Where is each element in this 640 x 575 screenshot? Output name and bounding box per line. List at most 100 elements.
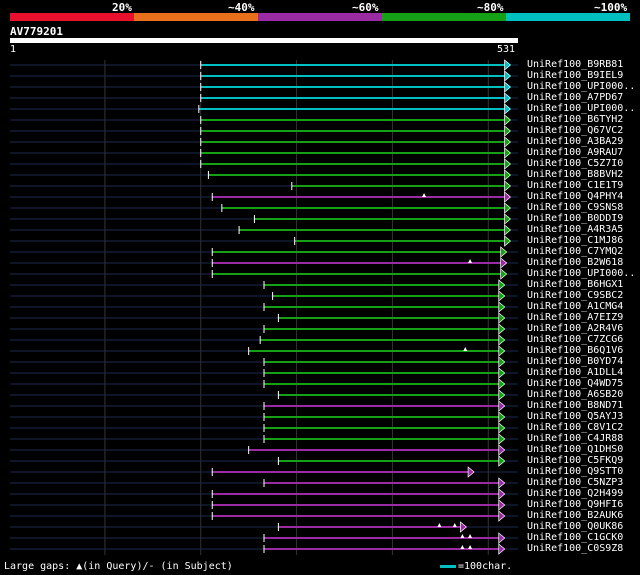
hit-label[interactable]: UniRef100_A1CMG4 — [527, 301, 623, 312]
query-gap-marker — [452, 523, 457, 527]
hit-end-arrow — [500, 246, 508, 258]
hit-end-arrow — [504, 92, 512, 104]
hit-label[interactable]: UniRef100_A4R3A5 — [527, 224, 623, 235]
hit-end-arrow — [498, 367, 506, 379]
query-gap-marker — [463, 347, 468, 351]
hit-label[interactable]: UniRef100_C9SBC2 — [527, 290, 623, 301]
query-gap-marker — [468, 534, 473, 538]
hit-end-arrow — [498, 488, 506, 500]
hit-end-arrow — [498, 345, 506, 357]
hit-label[interactable]: UniRef100_A1DLL4 — [527, 367, 623, 378]
hit-end-arrow — [498, 422, 506, 434]
hit-end-arrow — [498, 378, 506, 390]
hit-end-arrow — [467, 466, 475, 478]
hit-label[interactable]: UniRef100_A9RAU7 — [527, 147, 623, 158]
query-gap-marker — [460, 534, 465, 538]
hit-end-arrow — [504, 81, 512, 93]
hit-label[interactable]: UniRef100_Q0UK86 — [527, 521, 623, 532]
hit-label[interactable]: UniRef100_B9RB81 — [527, 59, 623, 70]
hit-label[interactable]: UniRef100_C8V1C2 — [527, 422, 623, 433]
hit-label[interactable]: UniRef100_A6SB20 — [527, 389, 623, 400]
hit-label[interactable]: UniRef100_C5Z7I0 — [527, 158, 623, 169]
hit-label[interactable]: UniRef100_Q2H499 — [527, 488, 623, 499]
hit-end-arrow — [504, 59, 512, 71]
hit-label[interactable]: UniRef100_UPI000.. — [527, 268, 635, 279]
hit-label[interactable]: UniRef100_Q9HFI6 — [527, 499, 623, 510]
hit-end-arrow — [498, 323, 506, 335]
hit-label[interactable]: UniRef100_C9SNS8 — [527, 202, 623, 213]
hit-end-arrow — [504, 224, 512, 236]
hit-label[interactable]: UniRef100_UPI000.. — [527, 81, 635, 92]
hit-end-arrow — [504, 213, 512, 225]
hit-label[interactable]: UniRef100_C5NZP3 — [527, 477, 623, 488]
query-gap-marker — [468, 259, 473, 263]
hit-end-arrow — [504, 125, 512, 137]
hit-end-arrow — [500, 268, 508, 280]
hit-end-arrow — [498, 334, 506, 346]
hit-label[interactable]: UniRef100_Q1DHS0 — [527, 444, 623, 455]
query-gap-marker — [460, 545, 465, 549]
hit-label[interactable]: UniRef100_C1MJ86 — [527, 235, 623, 246]
hit-label[interactable]: UniRef100_C5FKQ9 — [527, 455, 623, 466]
hit-end-arrow — [498, 444, 506, 456]
hit-label[interactable]: UniRef100_B2W618 — [527, 257, 623, 268]
hit-label[interactable]: UniRef100_B9IEL9 — [527, 70, 623, 81]
hit-end-arrow — [504, 147, 512, 159]
hit-label[interactable]: UniRef100_B6TYH2 — [527, 114, 623, 125]
hit-end-arrow — [498, 279, 506, 291]
hit-end-arrow — [498, 356, 506, 368]
hit-label[interactable]: UniRef100_Q5AYJ3 — [527, 411, 623, 422]
hit-end-arrow — [504, 114, 512, 126]
hit-end-arrow — [498, 455, 506, 467]
hit-end-arrow — [498, 290, 506, 302]
hit-label[interactable]: UniRef100_B6Q1V6 — [527, 345, 623, 356]
hit-label[interactable]: UniRef100_C0S9Z8 — [527, 543, 623, 554]
hit-label[interactable]: UniRef100_A7EIZ9 — [527, 312, 623, 323]
hit-label[interactable]: UniRef100_A7PD67 — [527, 92, 623, 103]
hit-label[interactable]: UniRef100_B6HGX1 — [527, 279, 623, 290]
hit-label[interactable]: UniRef100_B2AUK6 — [527, 510, 623, 521]
hit-end-arrow — [500, 257, 508, 269]
hit-end-arrow — [498, 301, 506, 313]
hit-end-arrow — [504, 136, 512, 148]
hit-end-arrow — [504, 191, 512, 203]
hit-end-arrow — [504, 169, 512, 181]
hit-label[interactable]: UniRef100_C7YMQ2 — [527, 246, 623, 257]
hit-end-arrow — [498, 532, 506, 544]
query-gap-marker — [437, 523, 442, 527]
hit-label[interactable]: UniRef100_C4JR88 — [527, 433, 623, 444]
hit-label[interactable]: UniRef100_C1GCK0 — [527, 532, 623, 543]
hit-label[interactable]: UniRef100_B8BVH2 — [527, 169, 623, 180]
hit-label[interactable]: UniRef100_A2R4V6 — [527, 323, 623, 334]
hit-label[interactable]: UniRef100_C7ZCG6 — [527, 334, 623, 345]
query-gap-marker — [422, 193, 427, 197]
hit-label[interactable]: UniRef100_B0DDI9 — [527, 213, 623, 224]
hit-end-arrow — [498, 477, 506, 489]
hit-label[interactable]: UniRef100_B0YD74 — [527, 356, 623, 367]
hit-end-arrow — [504, 103, 512, 115]
gap-legend: Large gaps: ▲(in Query)/- (in Subject) — [4, 561, 233, 572]
hit-label[interactable]: UniRef100_C1E1T9 — [527, 180, 623, 191]
hit-end-arrow — [498, 411, 506, 423]
hit-label[interactable]: UniRef100_Q67VC2 — [527, 125, 623, 136]
hit-end-arrow — [504, 235, 512, 247]
hit-end-arrow — [504, 180, 512, 192]
scale-key-text: =100char. — [458, 561, 513, 572]
hit-label[interactable]: UniRef100_A3BA29 — [527, 136, 623, 147]
hit-label[interactable]: UniRef100_Q9STT0 — [527, 466, 623, 477]
hit-label[interactable]: UniRef100_B8ND71 — [527, 400, 623, 411]
hit-label[interactable]: UniRef100_Q4WD75 — [527, 378, 623, 389]
scale-key: =100char. — [440, 561, 512, 572]
hit-end-arrow — [498, 510, 506, 522]
hit-label[interactable]: UniRef100_Q4PHY4 — [527, 191, 623, 202]
hit-end-arrow — [498, 389, 506, 401]
hit-end-arrow — [460, 521, 467, 533]
query-gap-marker — [468, 545, 473, 549]
hit-end-arrow — [498, 312, 506, 324]
hit-end-arrow — [498, 499, 506, 511]
hit-end-arrow — [498, 400, 506, 412]
hit-end-arrow — [504, 158, 512, 170]
hit-end-arrow — [498, 433, 506, 445]
hit-label[interactable]: UniRef100_UPI000.. — [527, 103, 635, 114]
hit-end-arrow — [504, 70, 512, 82]
